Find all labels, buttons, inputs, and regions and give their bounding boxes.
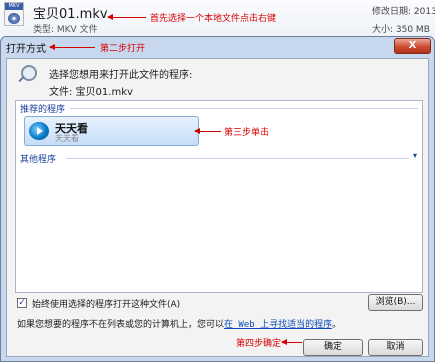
- video-file-icon: MKV: [4, 2, 24, 26]
- step2-note: 第二步打开: [100, 44, 146, 54]
- always-use-label[interactable]: 始终使用选择的程序打开这种文件(A): [32, 297, 180, 310]
- web-search-link[interactable]: 在 Web 上寻找适当的程序: [224, 320, 332, 330]
- program-item-tiantiankan[interactable]: 天天看 天天看: [24, 116, 199, 146]
- magnifier-icon: [21, 65, 37, 81]
- other-programs-header[interactable]: 其他程序: [20, 152, 56, 165]
- file-badge: MKV: [5, 3, 23, 10]
- step1-arrow: [107, 14, 146, 20]
- file-modified-date: 修改日期: 2013/: [372, 7, 435, 17]
- chevron-down-icon[interactable]: ▾: [413, 151, 417, 160]
- program-list[interactable]: 推荐的程序 天天看 天天看 其他程序 ▾: [15, 100, 423, 293]
- cancel-button[interactable]: 取消: [368, 339, 423, 356]
- choose-program-prompt: 选择您想用来打开此文件的程序:: [49, 70, 193, 81]
- file-name: 宝贝01.mkv: [33, 7, 108, 22]
- program-subtitle: 天天看: [55, 134, 79, 143]
- close-button[interactable]: X: [394, 38, 431, 54]
- step3-arrow: [194, 128, 221, 134]
- info-suffix: 。: [332, 320, 342, 330]
- step3-note: 第三步单击: [224, 128, 270, 138]
- step4-arrow: [281, 339, 302, 345]
- open-with-dialog: 打开方式 X 选择您想用来打开此文件的程序: 文件: 宝贝01.mkv 推荐的程…: [0, 36, 435, 362]
- file-type: 类型: MKV 文件: [33, 25, 98, 35]
- dialog-body: 选择您想用来打开此文件的程序: 文件: 宝贝01.mkv 推荐的程序 天天看 天…: [6, 58, 429, 357]
- ok-button[interactable]: 确定: [303, 339, 363, 356]
- always-use-checkbox[interactable]: ✓: [17, 298, 27, 308]
- info-row: 如果您想要的程序不在列表或您的计算机上，您可以在 Web 上寻找适当的程序。: [17, 317, 341, 330]
- file-size: 大小: 350 MB: [372, 25, 430, 35]
- group-divider: [66, 158, 409, 159]
- tiantiankan-play-icon: [29, 122, 49, 140]
- dialog-title: 打开方式: [6, 44, 46, 55]
- step4-note: 第四步确定: [236, 339, 282, 349]
- info-text: 如果您想要的程序不在列表或您的计算机上，您可以: [17, 320, 225, 330]
- browse-button[interactable]: 浏览(B)...: [368, 294, 423, 311]
- file-label: 文件: 宝贝01.mkv: [49, 87, 133, 98]
- group-divider: [70, 108, 418, 109]
- step1-note: 首先选择一个本地文件点击右键: [150, 14, 277, 24]
- step2-arrow: [49, 44, 95, 50]
- film-reel-icon: [8, 13, 20, 24]
- recommended-group-header[interactable]: 推荐的程序: [20, 102, 65, 115]
